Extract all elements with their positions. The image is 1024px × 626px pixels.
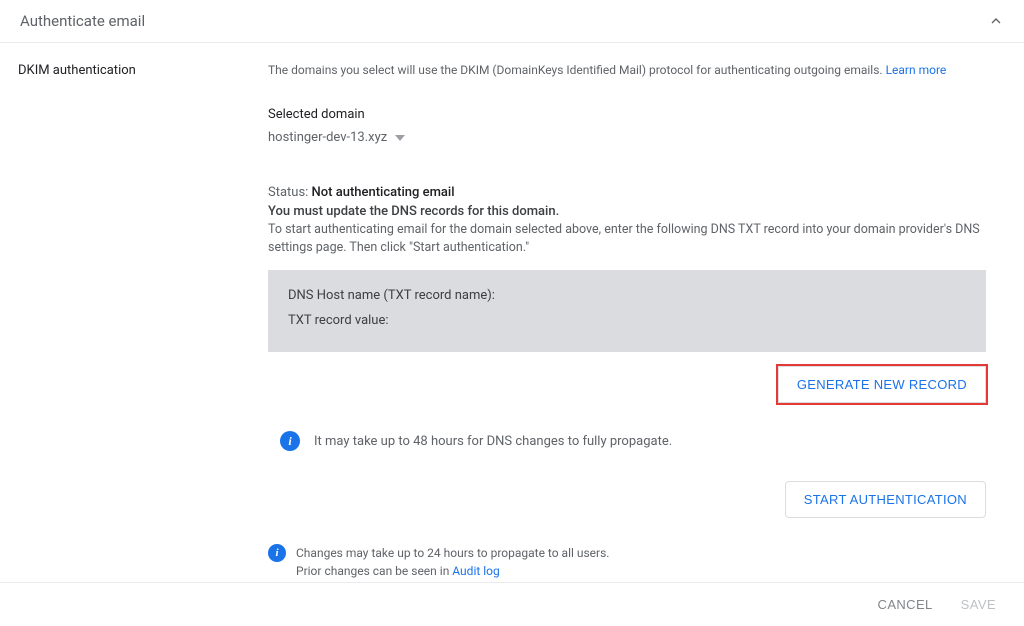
- panel-header: Authenticate email: [0, 0, 1024, 43]
- generate-row: GENERATE NEW RECORD: [268, 366, 986, 403]
- note-prefix: Prior changes can be seen in: [296, 564, 452, 578]
- intro-sentence: The domains you select will use the DKIM…: [268, 63, 886, 77]
- section-heading: DKIM authentication: [18, 63, 268, 78]
- learn-more-link[interactable]: Learn more: [886, 63, 947, 77]
- cancel-button[interactable]: CANCEL: [878, 597, 933, 612]
- selected-domain-value: hostinger-dev-13.xyz: [268, 130, 387, 145]
- footer-bar: CANCEL SAVE: [0, 582, 1024, 626]
- domain-selector[interactable]: hostinger-dev-13.xyz: [268, 130, 986, 145]
- status-label: Status:: [268, 185, 312, 200]
- dns-host-label: DNS Host name (TXT record name):: [288, 288, 966, 303]
- dropdown-icon: [395, 133, 405, 143]
- must-update-text: You must update the DNS records for this…: [268, 204, 986, 219]
- generate-new-record-button[interactable]: GENERATE NEW RECORD: [778, 366, 986, 403]
- audit-log-link[interactable]: Audit log: [452, 564, 499, 578]
- selected-domain-label: Selected domain: [268, 107, 986, 122]
- status-value: Not authenticating email: [312, 185, 455, 200]
- info-icon: i: [268, 544, 286, 562]
- audit-note-text: Changes may take up to 24 hours to propa…: [296, 544, 609, 580]
- save-button: SAVE: [961, 597, 996, 612]
- audit-note: i Changes may take up to 24 hours to pro…: [268, 540, 986, 584]
- propagation-info: i It may take up to 48 hours for DNS cha…: [268, 425, 986, 457]
- right-column: The domains you select will use the DKIM…: [268, 63, 1006, 584]
- dns-value-label: TXT record value:: [288, 313, 966, 328]
- content-area: DKIM authentication The domains you sele…: [0, 43, 1024, 584]
- intro-text: The domains you select will use the DKIM…: [268, 63, 986, 77]
- chevron-up-icon[interactable]: [988, 13, 1004, 29]
- panel-title: Authenticate email: [20, 12, 145, 30]
- note-line-2: Prior changes can be seen in Audit log: [296, 562, 609, 580]
- dns-record-box: DNS Host name (TXT record name): TXT rec…: [268, 270, 986, 352]
- start-authentication-button[interactable]: START AUTHENTICATION: [785, 481, 986, 518]
- instruction-text: To start authenticating email for the do…: [268, 221, 986, 256]
- info-icon: i: [280, 431, 300, 451]
- status-line: Status: Not authenticating email: [268, 185, 986, 200]
- propagation-text: It may take up to 48 hours for DNS chang…: [314, 434, 672, 449]
- start-auth-row: START AUTHENTICATION: [268, 481, 986, 518]
- note-line-1: Changes may take up to 24 hours to propa…: [296, 544, 609, 562]
- left-column: DKIM authentication: [18, 63, 268, 584]
